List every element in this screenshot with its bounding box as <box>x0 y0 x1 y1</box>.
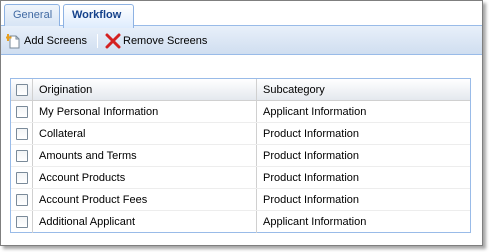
subcategory-cell: Product Information <box>263 127 359 140</box>
add-screens-label: Add Screens <box>24 35 87 47</box>
row-checkbox-cell <box>11 211 33 233</box>
table-row[interactable]: My Personal Information Applicant Inform… <box>11 101 470 123</box>
row-checkbox-cell <box>11 167 33 188</box>
origination-cell: Additional Applicant <box>33 211 257 233</box>
tab-general[interactable]: General <box>4 4 60 27</box>
subcategory-cell: Applicant Information <box>263 216 367 228</box>
column-header-label: Origination <box>39 83 93 96</box>
tab-workflow[interactable]: Workflow <box>63 4 134 28</box>
column-header-origination[interactable]: Origination <box>33 79 257 100</box>
row-checkbox[interactable] <box>15 149 28 162</box>
row-checkbox-cell <box>11 145 33 166</box>
table-row[interactable]: Collateral Product Information <box>11 123 470 145</box>
column-header-label: Subcategory <box>263 83 325 96</box>
row-checkbox-cell <box>11 189 33 210</box>
select-all-checkbox[interactable] <box>15 83 28 96</box>
origination-cell: Amounts and Terms <box>33 145 257 166</box>
remove-screens-button[interactable]: Remove Screens <box>105 32 207 50</box>
table-row[interactable]: Account Products Product Information <box>11 167 470 189</box>
table-row[interactable]: Amounts and Terms Product Information <box>11 145 470 167</box>
column-header-subcategory[interactable]: Subcategory <box>257 79 470 100</box>
subcategory-cell: Product Information <box>263 171 359 184</box>
toolbar: Add Screens Remove Screens <box>1 26 482 55</box>
table-row[interactable]: Additional Applicant Applicant Informati… <box>11 211 470 233</box>
panel-window: General Workflow Add Screens Remove Scre… <box>0 0 483 246</box>
add-screens-button[interactable]: Add Screens <box>6 32 87 50</box>
table-row[interactable]: Account Product Fees Product Information <box>11 189 470 211</box>
origination-cell: Account Product Fees <box>33 189 257 210</box>
add-screens-icon <box>6 33 22 49</box>
row-checkbox[interactable] <box>15 127 28 140</box>
subcategory-cell: Applicant Information <box>263 105 367 118</box>
screens-grid: Origination Subcategory My Personal Info… <box>10 78 471 233</box>
origination-cell: Collateral <box>33 123 257 144</box>
remove-screens-label: Remove Screens <box>123 35 208 47</box>
row-checkbox[interactable] <box>15 216 28 228</box>
origination-cell: Account Products <box>33 167 257 188</box>
select-all-cell <box>11 79 33 100</box>
remove-screens-icon <box>105 33 121 49</box>
origination-cell: My Personal Information <box>33 101 257 122</box>
row-checkbox[interactable] <box>15 105 28 118</box>
row-checkbox-cell <box>11 101 33 122</box>
subcategory-cell: Product Information <box>263 149 359 162</box>
row-checkbox[interactable] <box>15 171 28 184</box>
row-checkbox-cell <box>11 123 33 144</box>
subcategory-cell: Product Information <box>263 193 359 206</box>
row-checkbox[interactable] <box>15 193 28 206</box>
tab-strip: General Workflow <box>1 1 482 28</box>
toolbar-separator <box>97 34 98 48</box>
grid-header: Origination Subcategory <box>11 79 470 101</box>
